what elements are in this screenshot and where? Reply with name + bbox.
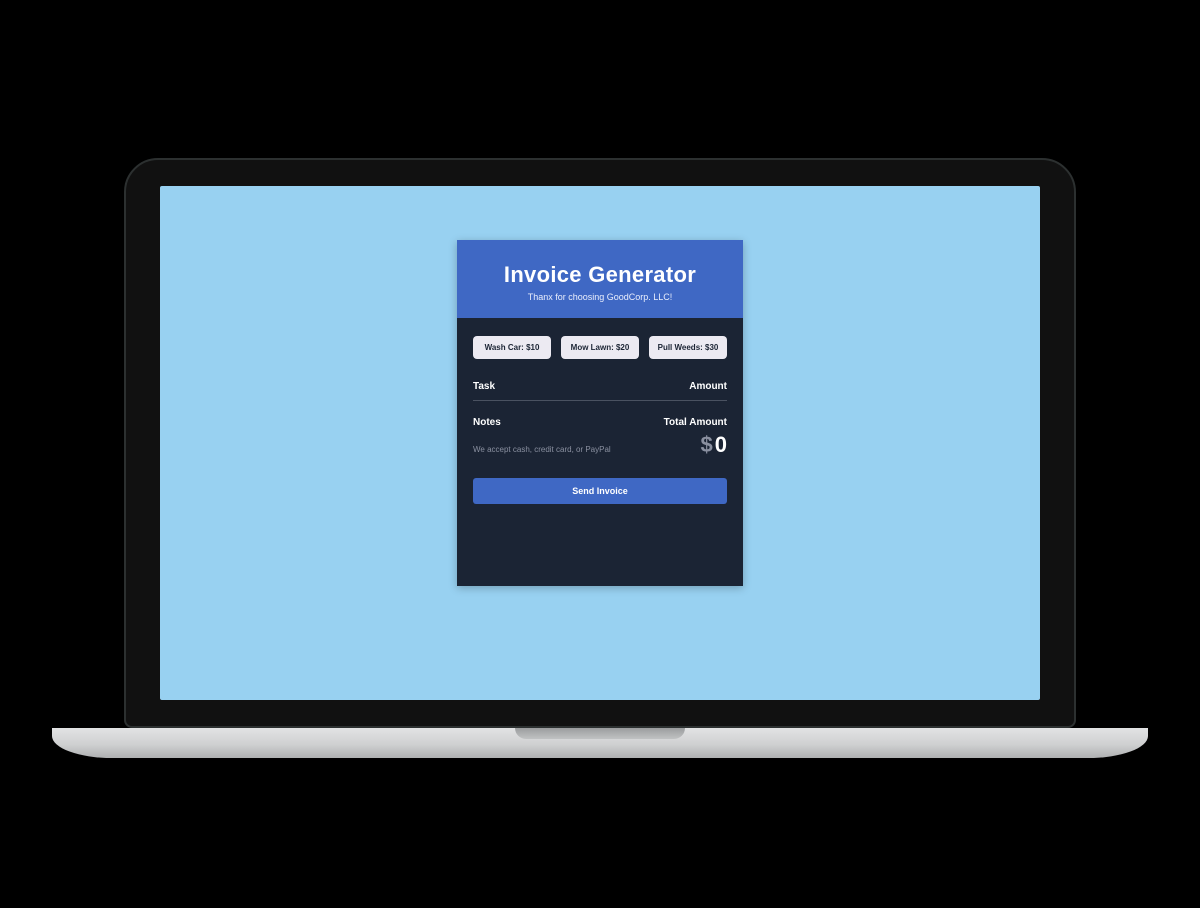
table-header-row: Task Amount [473, 381, 727, 401]
currency-symbol: $ [701, 432, 713, 457]
total-label: Total Amount [664, 417, 727, 428]
laptop-shadow [110, 758, 1090, 798]
column-header-amount: Amount [689, 381, 727, 392]
laptop-base [52, 728, 1148, 758]
column-header-task: Task [473, 381, 495, 392]
chip-pull-weeds[interactable]: Pull Weeds: $30 [649, 336, 727, 359]
chip-mow-lawn[interactable]: Mow Lawn: $20 [561, 336, 639, 359]
card-body: Wash Car: $10 Mow Lawn: $20 Pull Weeds: … [457, 318, 743, 586]
task-chips: Wash Car: $10 Mow Lawn: $20 Pull Weeds: … [473, 336, 727, 359]
total-amount: $0 [701, 432, 728, 458]
notes-label: Notes [473, 417, 501, 428]
page-title: Invoice Generator [471, 262, 729, 288]
laptop-screen: Invoice Generator Thanx for choosing Goo… [160, 186, 1040, 700]
card-header: Invoice Generator Thanx for choosing Goo… [457, 240, 743, 318]
page-subtitle: Thanx for choosing GoodCorp. LLC! [471, 292, 729, 302]
chip-wash-car[interactable]: Wash Car: $10 [473, 336, 551, 359]
laptop-mockup: Invoice Generator Thanx for choosing Goo… [124, 158, 1076, 758]
total-value: 0 [715, 432, 727, 457]
invoice-card: Invoice Generator Thanx for choosing Goo… [457, 240, 743, 586]
laptop-lid: Invoice Generator Thanx for choosing Goo… [124, 158, 1076, 728]
send-invoice-button[interactable]: Send Invoice [473, 478, 727, 504]
notes-text: We accept cash, credit card, or PayPal [473, 445, 611, 454]
totals-block: Notes Total Amount We accept cash, credi… [473, 417, 727, 458]
